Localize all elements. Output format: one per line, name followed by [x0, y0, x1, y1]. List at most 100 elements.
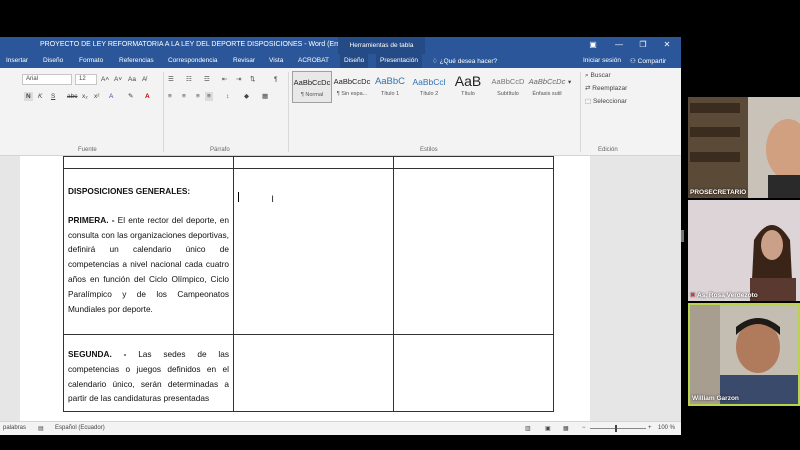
- sign-in-link[interactable]: Iniciar sesión: [583, 57, 621, 64]
- align-center-icon[interactable]: ≡: [182, 92, 186, 101]
- participant-video-prosecretario[interactable]: PROSECRETARIO: [688, 97, 800, 198]
- line-spacing-icon[interactable]: ↕: [226, 92, 229, 101]
- subscript-button[interactable]: x₂: [82, 92, 88, 101]
- bullets-icon[interactable]: ☰: [168, 75, 174, 84]
- select-label: Seleccionar: [592, 98, 627, 105]
- group-separator: [580, 72, 581, 152]
- tab-vista[interactable]: Vista: [269, 57, 283, 64]
- document-page[interactable]: DISPOSICIONES GENERALES: PRIMERA. - El e…: [20, 156, 590, 435]
- style-no-spacing[interactable]: AaBbCcDc ¶ Sin espa...: [332, 71, 372, 103]
- zoom-slider[interactable]: [590, 428, 646, 429]
- participant-name: PROSECRETARIO: [690, 189, 747, 196]
- find-button[interactable]: ⌕ Buscar: [585, 71, 611, 80]
- word-count[interactable]: palabras: [3, 425, 26, 431]
- table-cell[interactable]: [63, 156, 234, 169]
- tab-acrobat[interactable]: ACROBAT: [298, 57, 329, 64]
- tab-referencias[interactable]: Referencias: [119, 57, 154, 64]
- zoom-slider-thumb[interactable]: [615, 425, 617, 432]
- change-case-icon[interactable]: Aa: [128, 75, 136, 84]
- panel-resize-handle[interactable]: [681, 230, 684, 242]
- maximize-icon[interactable]: ❐: [638, 40, 648, 50]
- underline-button[interactable]: S: [51, 92, 55, 101]
- select-button[interactable]: ⬚ Seleccionar: [585, 97, 627, 106]
- share-button[interactable]: ⚇ Compartir: [630, 57, 666, 65]
- ribbon: Arial 12 A˄ A˅ Aa A̸ N K S abc x₂ x² A ✎…: [0, 68, 681, 156]
- bold-button[interactable]: N: [24, 92, 33, 101]
- style-heading-1[interactable]: AaBbC Título 1: [370, 71, 410, 103]
- numbering-icon[interactable]: ☷: [186, 75, 192, 84]
- font-color-icon[interactable]: A: [145, 92, 150, 101]
- article-label: PRIMERA. -: [68, 214, 115, 225]
- table-cell[interactable]: [233, 156, 394, 169]
- table-cell[interactable]: I: [233, 168, 394, 335]
- table-cell[interactable]: [393, 156, 554, 169]
- zoom-level[interactable]: 100 %: [658, 425, 675, 431]
- document-area[interactable]: DISPOSICIONES GENERALES: PRIMERA. - El e…: [0, 156, 681, 435]
- italic-button[interactable]: K: [38, 92, 42, 101]
- article-label: SEGUNDA. -: [68, 349, 127, 359]
- read-mode-icon[interactable]: ▥: [525, 425, 531, 432]
- styles-more-icon[interactable]: ▾: [568, 78, 571, 87]
- tab-diseno[interactable]: Diseño: [43, 57, 63, 64]
- tab-insertar[interactable]: Insertar: [6, 57, 28, 64]
- strikethrough-button[interactable]: abc: [67, 92, 77, 101]
- share-label: Compartir: [637, 58, 667, 65]
- increase-indent-icon[interactable]: ⇥: [236, 75, 241, 84]
- ribbon-display-icon[interactable]: ▣: [588, 40, 598, 50]
- replace-button[interactable]: ⇄ Reemplazar: [585, 84, 627, 93]
- close-icon[interactable]: ✕: [662, 40, 672, 50]
- style-preview: AaBbCcDc: [528, 77, 566, 86]
- tab-revisar[interactable]: Revisar: [233, 57, 255, 64]
- ibeam-cursor-icon: I: [271, 194, 274, 204]
- table-cell[interactable]: [393, 168, 554, 335]
- style-title[interactable]: AaB Título: [448, 71, 488, 103]
- clear-format-icon[interactable]: A̸: [142, 75, 146, 84]
- proofing-icon[interactable]: ▤: [38, 425, 44, 432]
- align-left-icon[interactable]: ≡: [168, 92, 172, 101]
- shrink-font-icon[interactable]: A˅: [114, 75, 122, 84]
- language-indicator[interactable]: Español (Ecuador): [55, 425, 105, 431]
- find-label: Buscar: [590, 72, 611, 79]
- text-effects-icon[interactable]: A: [109, 92, 113, 101]
- pilcrow-icon[interactable]: ¶: [274, 75, 278, 84]
- style-preview: AaBbCcDc: [333, 77, 371, 86]
- participant-video-william-garzon[interactable]: William Garzon: [688, 303, 800, 406]
- tab-correspondencia[interactable]: Correspondencia: [168, 57, 218, 64]
- style-subtitle[interactable]: AaBbCcD Subtítulo: [488, 71, 528, 103]
- text-cursor: [238, 192, 239, 202]
- minimize-icon[interactable]: —: [614, 40, 624, 50]
- tab-formato[interactable]: Formato: [79, 57, 103, 64]
- justify-icon[interactable]: ≡: [205, 92, 213, 101]
- web-layout-icon[interactable]: ▦: [563, 425, 569, 432]
- zoom-out-icon[interactable]: −: [582, 425, 586, 431]
- superscript-button[interactable]: x²: [94, 92, 99, 101]
- grow-font-icon[interactable]: A˄: [101, 75, 109, 84]
- zoom-in-icon[interactable]: +: [648, 425, 652, 431]
- tab-table-layout[interactable]: Presentación: [376, 54, 422, 68]
- tell-me-search[interactable]: ♢ ¿Qué desea hacer?: [432, 57, 497, 65]
- multilevel-icon[interactable]: ☲: [204, 75, 210, 84]
- document-table[interactable]: DISPOSICIONES GENERALES: PRIMERA. - El e…: [63, 156, 554, 413]
- shading-icon[interactable]: ◆: [244, 92, 249, 101]
- table-row: DISPOSICIONES GENERALES: PRIMERA. - El e…: [63, 168, 554, 335]
- table-cell[interactable]: [393, 333, 554, 413]
- style-normal[interactable]: AaBbCcDc ¶ Normal: [292, 71, 332, 103]
- decrease-indent-icon[interactable]: ⇤: [222, 75, 227, 84]
- tab-table-design[interactable]: Diseño: [340, 54, 369, 68]
- style-subtle-emphasis[interactable]: AaBbCcDc Énfasis sutil: [527, 71, 567, 103]
- align-right-icon[interactable]: ≡: [196, 92, 200, 101]
- table-cell[interactable]: SEGUNDA. - Las sedes de las competencias…: [63, 333, 234, 413]
- style-preview: AaB: [454, 73, 482, 89]
- font-size-box[interactable]: 12: [75, 74, 97, 85]
- table-cell[interactable]: DISPOSICIONES GENERALES: PRIMERA. - El e…: [63, 168, 234, 335]
- style-heading-2[interactable]: AaBbCcl Título 2: [409, 71, 449, 103]
- video-feed-icon: [688, 200, 800, 301]
- borders-icon[interactable]: ▦: [262, 92, 268, 101]
- table-cell[interactable]: [233, 333, 394, 413]
- print-layout-icon[interactable]: ▣: [545, 425, 551, 432]
- participant-video-rosa-verdezoto[interactable]: ✕ As. Rosa Verdezoto: [688, 200, 800, 301]
- font-name-box[interactable]: Arial: [22, 74, 72, 85]
- table-row: SEGUNDA. - Las sedes de las competencias…: [63, 333, 554, 413]
- sort-icon[interactable]: ⇅: [250, 75, 255, 84]
- highlight-icon[interactable]: ✎: [128, 92, 133, 101]
